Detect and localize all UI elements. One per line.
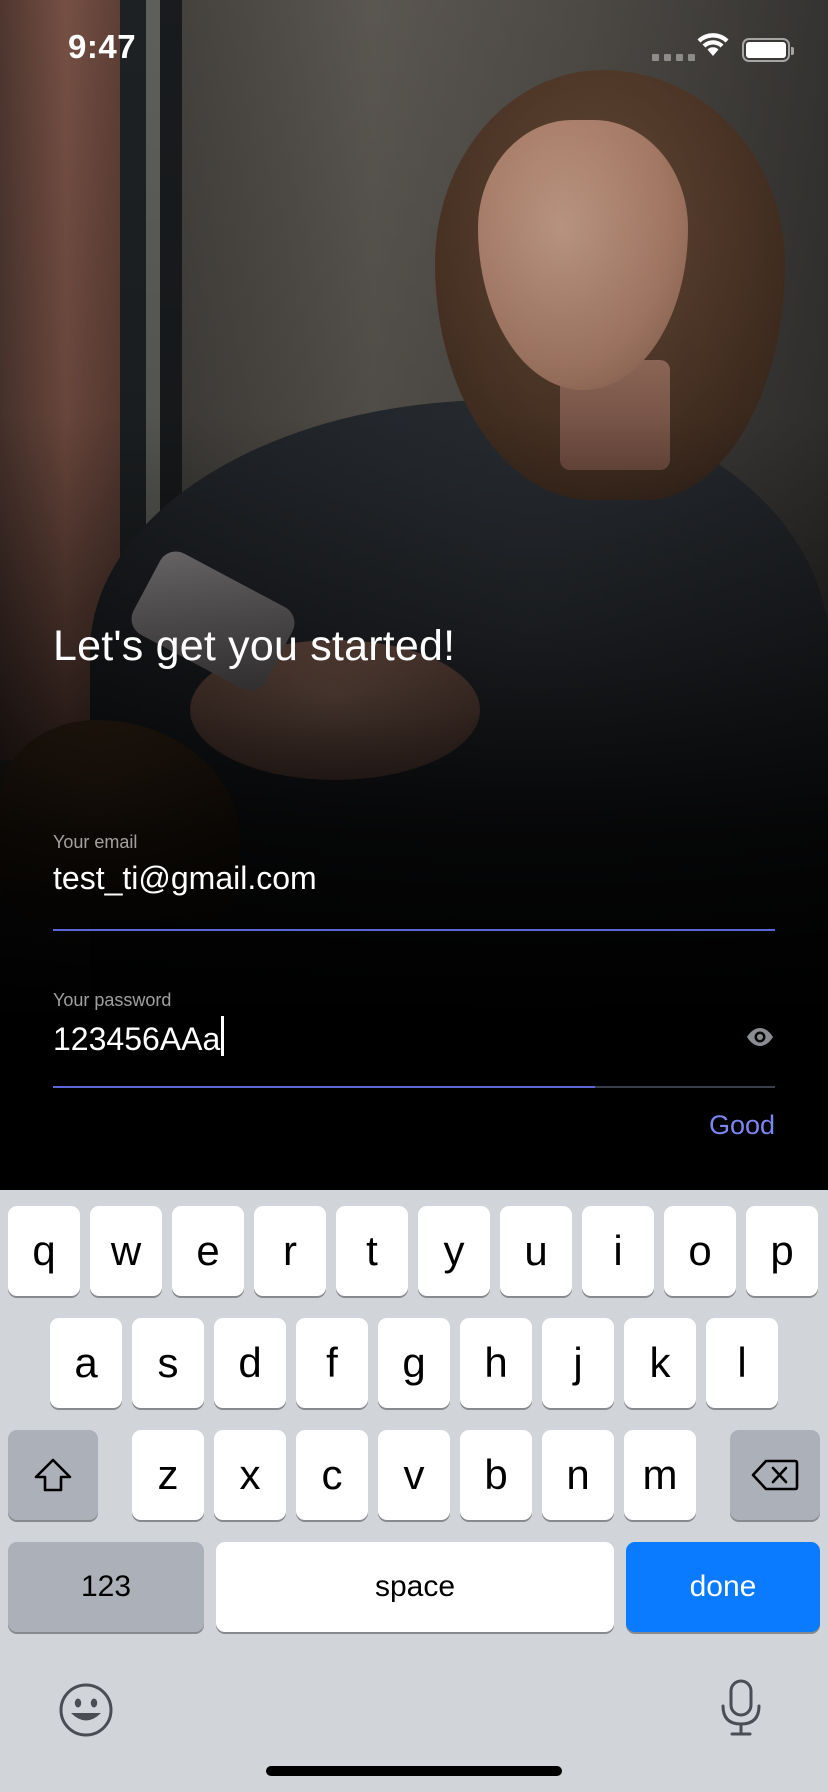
- key-z[interactable]: z: [132, 1430, 204, 1520]
- key-m[interactable]: m: [624, 1430, 696, 1520]
- photo-gradient-overlay: [0, 0, 828, 1190]
- key-q[interactable]: q: [8, 1206, 80, 1296]
- key-v[interactable]: v: [378, 1430, 450, 1520]
- password-label: Your password: [53, 990, 172, 1010]
- emoji-icon[interactable]: [58, 1682, 114, 1738]
- key-e[interactable]: e: [172, 1206, 244, 1296]
- password-strength-bar: [53, 1086, 595, 1088]
- email-field[interactable]: test_ti@gmail.com: [53, 860, 317, 897]
- text-cursor: [221, 1016, 225, 1056]
- key-r[interactable]: r: [254, 1206, 326, 1296]
- password-field[interactable]: 123456AAa: [53, 1016, 225, 1058]
- key-i[interactable]: i: [582, 1206, 654, 1296]
- delete-key[interactable]: [730, 1430, 820, 1520]
- key-c[interactable]: c: [296, 1430, 368, 1520]
- page-title: Let's get you started!: [53, 622, 456, 670]
- key-y[interactable]: y: [418, 1206, 490, 1296]
- done-key[interactable]: done: [626, 1542, 820, 1632]
- key-w[interactable]: w: [90, 1206, 162, 1296]
- battery-icon: [742, 38, 794, 62]
- key-j[interactable]: j: [542, 1318, 614, 1408]
- key-p[interactable]: p: [746, 1206, 818, 1296]
- cellular-signal-icon: [652, 54, 695, 61]
- key-l[interactable]: l: [706, 1318, 778, 1408]
- key-g[interactable]: g: [378, 1318, 450, 1408]
- wifi-icon: [697, 33, 729, 56]
- key-n[interactable]: n: [542, 1430, 614, 1520]
- status-time: 9:47: [68, 28, 137, 65]
- key-b[interactable]: b: [460, 1430, 532, 1520]
- shift-key[interactable]: [8, 1430, 98, 1520]
- key-f[interactable]: f: [296, 1318, 368, 1408]
- shift-icon: [34, 1458, 72, 1492]
- numbers-key[interactable]: 123: [8, 1542, 204, 1632]
- key-o[interactable]: o: [664, 1206, 736, 1296]
- email-label: Your email: [53, 832, 138, 852]
- password-strength-label: Good: [708, 1110, 775, 1140]
- password-text: 123456AAa: [53, 1021, 221, 1057]
- key-u[interactable]: u: [500, 1206, 572, 1296]
- key-t[interactable]: t: [336, 1206, 408, 1296]
- key-a[interactable]: a: [50, 1318, 122, 1408]
- mic-icon[interactable]: [718, 1678, 764, 1738]
- home-indicator: [266, 1766, 562, 1776]
- key-s[interactable]: s: [132, 1318, 204, 1408]
- key-d[interactable]: d: [214, 1318, 286, 1408]
- email-underline: [53, 929, 775, 931]
- password-underline: [53, 1086, 775, 1088]
- key-h[interactable]: h: [460, 1318, 532, 1408]
- space-key[interactable]: space: [216, 1542, 614, 1632]
- hero-photo: [0, 0, 828, 1190]
- eye-icon[interactable]: [744, 1024, 776, 1050]
- key-k[interactable]: k: [624, 1318, 696, 1408]
- delete-icon: [751, 1459, 799, 1491]
- key-x[interactable]: x: [214, 1430, 286, 1520]
